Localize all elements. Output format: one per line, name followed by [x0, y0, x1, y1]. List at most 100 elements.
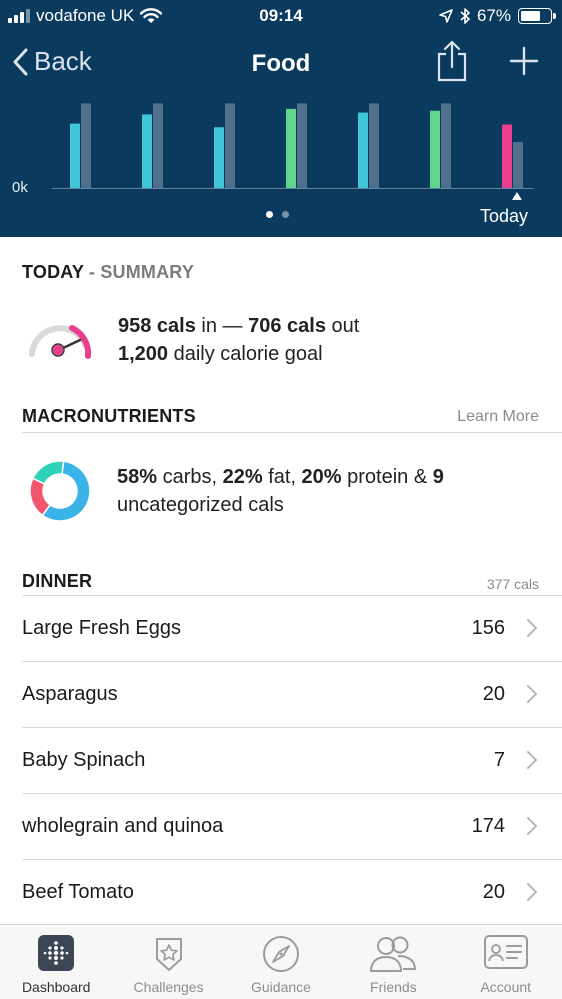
dashboard-icon [38, 935, 75, 971]
food-name: Large Fresh Eggs [22, 617, 181, 639]
chevron-right-icon [527, 619, 537, 637]
chevron-right-icon [527, 751, 537, 769]
battery-percent: 67% [476, 6, 511, 25]
tab-label: Guidance [251, 979, 311, 995]
food-row[interactable]: Large Fresh Eggs 156 [22, 596, 562, 662]
summary-heading-sep: - [83, 262, 101, 282]
chart-bar-goal [297, 103, 307, 188]
bluetooth-icon [460, 8, 470, 24]
tab-account[interactable]: Account [450, 925, 562, 999]
dinner-heading: DINNER [22, 571, 93, 591]
food-calories: 20 [482, 683, 505, 705]
macronutrients-heading: MACRONUTRIENTS [22, 406, 196, 426]
learn-more-link[interactable]: Learn More [457, 408, 539, 426]
calorie-goal-text: daily calorie goal [168, 343, 323, 365]
macros-divider [22, 432, 562, 433]
page-indicator[interactable] [266, 211, 289, 218]
calorie-summary[interactable]: 958 cals in — 706 cals out 1,200 daily c… [22, 310, 359, 370]
macronutrient-summary[interactable]: 58% carbs, 22% fat, 20% protein & 9 unca… [27, 458, 517, 524]
calories-bar-chart [70, 103, 523, 188]
page-dot-2 [282, 211, 289, 218]
tab-label: Challenges [133, 979, 204, 995]
cals-out-word: out [325, 315, 360, 337]
carbs-word: carbs, [157, 466, 223, 488]
food-row[interactable]: Beef Tomato 20 [22, 860, 562, 926]
chart-bar-calories-in [430, 110, 440, 188]
food-row[interactable]: wholegrain and quinoa 174 [22, 794, 562, 860]
chart-baseline [52, 188, 534, 189]
today-label: Today [479, 206, 528, 226]
calorie-summary-text: 958 cals in — 706 cals out 1,200 daily c… [118, 312, 359, 368]
tab-guidance[interactable]: Guidance [225, 925, 337, 999]
food-name: Asparagus [22, 683, 118, 705]
dinner-total-cals: 377 cals [486, 576, 539, 592]
page-title: Food [251, 50, 311, 77]
food-calories: 156 [471, 617, 505, 639]
food-calories: 174 [471, 815, 505, 837]
macronutrient-text: 58% carbs, 22% fat, 20% protein & 9 unca… [117, 463, 517, 519]
food-name: Beef Tomato [22, 881, 134, 903]
fat-word: fat, [262, 466, 302, 488]
fat-percent: 22% [222, 466, 263, 488]
share-icon[interactable] [436, 40, 468, 82]
tab-label: Account [480, 979, 532, 995]
challenges-star-icon [155, 938, 182, 971]
protein-word: protein & [341, 466, 433, 488]
plus-icon[interactable] [509, 46, 539, 76]
donut-slice-fat [29, 477, 52, 517]
summary-heading-muted: SUMMARY [100, 262, 195, 282]
status-bar: vodafone UK 09:14 67% [0, 0, 562, 32]
tab-label: Friends [370, 979, 417, 995]
carbs-percent: 58% [117, 466, 158, 488]
food-calories: 20 [482, 881, 505, 903]
chart-bar-goal [225, 103, 235, 188]
battery-icon [518, 8, 556, 24]
chart-bar-calories-in [502, 124, 512, 188]
calorie-goal-value: 1,200 [118, 343, 169, 365]
navigation-bar: Back Food [0, 38, 562, 88]
chevron-right-icon [527, 817, 537, 835]
food-name: wholegrain and quinoa [22, 815, 224, 837]
chevron-right-icon [527, 883, 537, 901]
compass-icon [262, 936, 299, 972]
uncategorized-word: uncategorized cals [117, 494, 284, 516]
chart-bar-goal [81, 103, 91, 188]
macronutrient-donut-chart [29, 460, 91, 522]
chart-bar-goal [369, 103, 379, 188]
chart-bar-goal [441, 103, 451, 188]
food-row[interactable]: Asparagus 20 [22, 662, 562, 728]
calorie-gauge-icon [29, 325, 92, 359]
food-row[interactable]: Baby Spinach 7 [22, 728, 562, 794]
tab-dashboard[interactable]: Dashboard [0, 925, 112, 999]
tab-challenges[interactable]: Challenges [112, 925, 224, 999]
location-arrow-icon [439, 9, 453, 23]
cals-in-value: 958 cals [118, 315, 196, 337]
donut-slice-protein [31, 460, 65, 485]
tab-friends[interactable]: Friends [337, 925, 449, 999]
weekly-calories-chart[interactable]: 0k Today [0, 88, 562, 236]
header-panel: vodafone UK 09:14 67% Back Food 0k Today [0, 0, 562, 237]
uncategorized-value: 9 [432, 466, 444, 488]
summary-heading-bold: TODAY [22, 262, 84, 282]
chart-bar-goal [153, 103, 163, 188]
dinner-food-list: Large Fresh Eggs 156 Asparagus 20 Baby S… [22, 596, 562, 926]
chart-bar-calories-in [70, 123, 80, 188]
tab-label: Dashboard [21, 979, 91, 995]
chart-bar-calories-in [358, 112, 368, 188]
page-dot-1 [266, 211, 273, 218]
today-marker-icon [512, 192, 522, 200]
chart-bar-goal [513, 142, 523, 188]
protein-percent: 20% [301, 466, 342, 488]
summary-heading: TODAY - SUMMARY [22, 262, 194, 283]
chart-bar-calories-in [286, 108, 296, 188]
food-name: Baby Spinach [22, 749, 146, 771]
food-calories: 7 [493, 749, 505, 771]
chart-bar-calories-in [214, 127, 224, 188]
friends-icon [370, 936, 417, 972]
chevron-right-icon [527, 685, 537, 703]
y-axis-zero-label: 0k [12, 179, 28, 196]
chart-bar-calories-in [142, 114, 152, 188]
cals-out-value: 706 cals [248, 315, 326, 337]
cals-in-word: in — [195, 315, 249, 337]
tab-bar: Dashboard Challenges Guidance Friends Ac… [0, 924, 562, 999]
